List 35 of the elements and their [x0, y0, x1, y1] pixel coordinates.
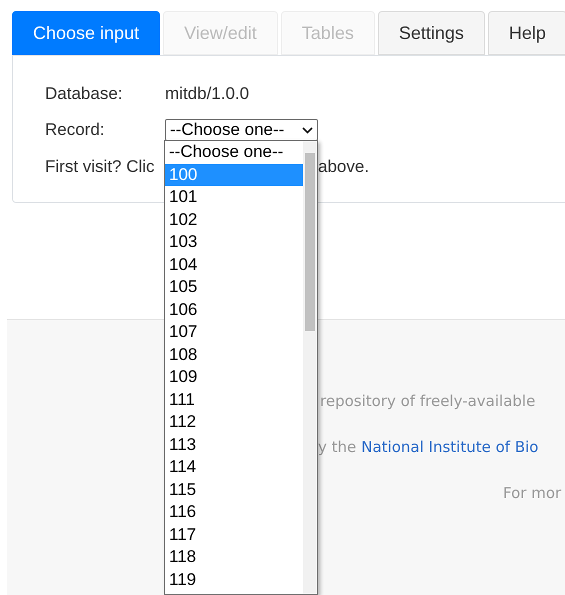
institute-link[interactable]: National Institute of Bio [361, 436, 538, 458]
dropdown-option[interactable]: --Choose one-- [165, 141, 303, 164]
scrollbar[interactable] [303, 141, 317, 594]
dropdown-option[interactable]: 105 [165, 276, 303, 298]
chevron-down-icon [302, 126, 313, 134]
dropdown-option[interactable]: 119 [165, 568, 303, 591]
database-label: Database: [45, 83, 124, 106]
dropdown-option[interactable]: 113 [165, 434, 303, 456]
dropdown-option[interactable]: 107 [165, 321, 303, 344]
dropdown-option[interactable]: 101 [165, 186, 303, 208]
tab[interactable]: Choose input [12, 11, 160, 55]
dropdown-option[interactable]: 102 [165, 208, 303, 231]
dropdown-option[interactable]: 115 [165, 478, 303, 501]
dropdown-option[interactable]: 104 [165, 254, 303, 276]
dropdown-option[interactable]: 108 [165, 344, 303, 366]
footer-text: y the [318, 437, 356, 458]
dropdown-option[interactable]: 112 [165, 411, 303, 434]
record-select[interactable]: --Choose one-- [165, 119, 318, 141]
footer-text: repository of freely-available [320, 391, 536, 412]
dropdown-option[interactable]: 118 [165, 546, 303, 568]
dropdown-option[interactable]: 109 [165, 366, 303, 388]
footer-text: For mor [503, 483, 562, 504]
database-value: mitdb/1.0.0 [165, 83, 250, 106]
hint-text: First visit? Clic [45, 156, 155, 178]
record-label: Record: [45, 119, 106, 142]
dropdown-option[interactable]: 117 [165, 524, 303, 546]
dropdown-option[interactable]: 114 [165, 456, 303, 478]
dropdown-option[interactable]: 103 [165, 231, 303, 254]
dropdown-option[interactable]: 116 [165, 501, 303, 524]
tab[interactable]: Settings [378, 11, 485, 55]
dropdown-option[interactable]: 106 [165, 298, 303, 321]
hint-text: above. [318, 156, 370, 178]
scroll-thumb[interactable] [305, 153, 315, 331]
tab[interactable]: Help [488, 11, 565, 55]
dropdown-option[interactable]: 111 [165, 388, 303, 411]
